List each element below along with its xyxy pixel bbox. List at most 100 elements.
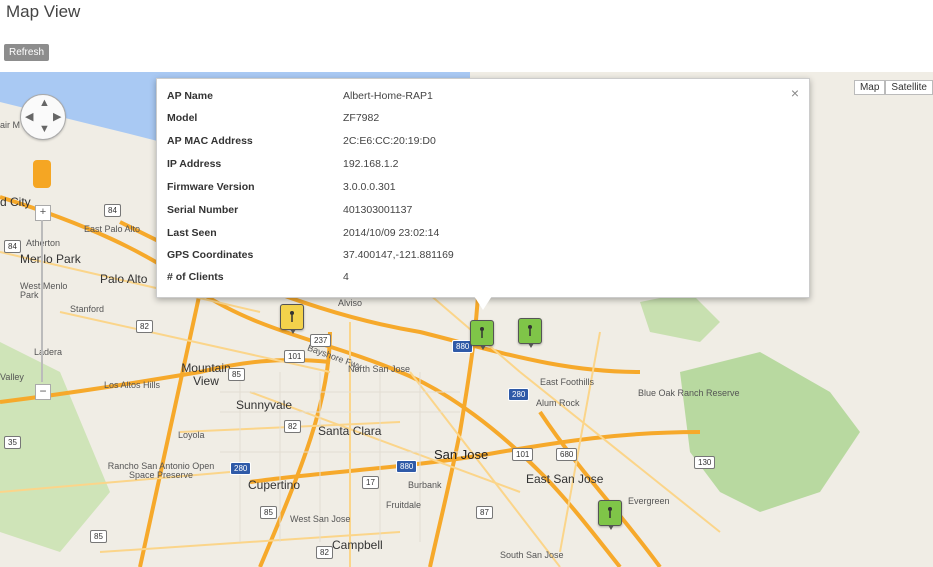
access-point-marker[interactable]	[518, 318, 542, 348]
map-label-air: air M	[0, 120, 20, 130]
info-row-clients: # of Clients 4	[167, 268, 787, 286]
highway-badge: 82	[316, 546, 333, 559]
map-label-rancho: Rancho San Antonio Open Space Preserve	[107, 461, 215, 480]
map-label-west-menlo-park: West Menlo Park	[20, 281, 68, 300]
highway-badge: 880	[396, 460, 418, 473]
access-point-marker[interactable]	[280, 304, 304, 334]
map-label-west-san-jose: West San Jose	[290, 514, 351, 524]
zoom-out-button[interactable]: −	[35, 384, 51, 400]
pan-right-icon[interactable]: ▶	[53, 110, 61, 123]
map-label-san-jose: San Jose	[434, 447, 489, 462]
info-row-ip: IP Address 192.168.1.2	[167, 155, 787, 173]
highway-badge: 280	[230, 462, 252, 475]
pan-up-icon[interactable]: ▲	[39, 97, 50, 109]
park-area-east	[640, 292, 720, 342]
map-label-south-san-jose: South San Jose	[500, 550, 564, 560]
info-value: Albert-Home-RAP1	[343, 90, 433, 102]
close-icon[interactable]: ×	[791, 85, 799, 101]
highway-badge: 17	[362, 476, 379, 489]
highway-badge: 85	[228, 368, 245, 381]
refresh-button[interactable]: Refresh	[4, 44, 50, 61]
page-title: Map View	[6, 2, 81, 21]
map-label-east-foothills: East Foothills	[540, 377, 595, 387]
highway-badge: 101	[512, 448, 534, 461]
info-value: 4	[343, 271, 349, 283]
info-label: IP Address	[167, 158, 222, 170]
map-label-los-altos-hills: Los Altos Hills	[104, 380, 161, 390]
info-row-firmware: Firmware Version 3.0.0.0.301	[167, 178, 787, 196]
map-label-palo-alto: Palo Alto	[100, 272, 148, 286]
access-point-icon	[480, 327, 484, 338]
highway-badge: 84	[104, 204, 121, 217]
map-type-satellite-button[interactable]: Satellite	[885, 80, 933, 95]
ap-info-window: × AP Name Albert-Home-RAP1 Model ZF7982 …	[156, 78, 810, 298]
info-value: 3.0.0.0.301	[343, 181, 396, 193]
zoom-slider-track[interactable]	[41, 220, 43, 382]
info-label: Last Seen	[167, 227, 217, 239]
map-label-sunnyvale: Sunnyvale	[236, 398, 293, 412]
info-value: 2014/10/09 23:02:14	[343, 227, 440, 239]
info-label: Model	[167, 112, 198, 124]
map-label-evergreen: Evergreen	[628, 496, 670, 506]
info-label: # of Clients	[167, 271, 224, 283]
highway-badge: 280	[508, 388, 530, 401]
zoom-in-button[interactable]: +	[35, 205, 51, 221]
map-label-east-palo-alto: East Palo Alto	[84, 224, 141, 234]
map-label-stanford: Stanford	[70, 304, 105, 314]
map-label-menlo-park: Menlo Park	[20, 252, 81, 266]
highway-badge: 85	[260, 506, 277, 519]
highway-badge: 85	[90, 530, 107, 543]
info-row-ap-name: AP Name Albert-Home-RAP1	[167, 87, 787, 105]
map-label-valley: Valley	[0, 372, 24, 382]
highway-badge: 84	[4, 240, 21, 253]
map-label-alviso: Alviso	[338, 298, 363, 308]
map-label-campbell: Campbell	[332, 538, 383, 552]
highway-badge: 82	[284, 420, 301, 433]
info-row-gps: GPS Coordinates 37.400147,-121.881169	[167, 246, 787, 264]
highway-badge: 35	[4, 436, 21, 449]
highway-badge: 82	[136, 320, 153, 333]
map-type-map-button[interactable]: Map	[853, 80, 886, 95]
pan-control-icon[interactable]: ▲ ▼ ◀ ▶	[20, 94, 66, 140]
highway-badge: 680	[556, 448, 578, 461]
map-label-loyola: Loyola	[178, 430, 205, 440]
map-label-alum-rock: Alum Rock	[536, 398, 580, 408]
map-label-mountain-view: Mountain View	[181, 361, 231, 388]
access-point-marker[interactable]	[598, 500, 622, 530]
highway-badge: 101	[284, 350, 306, 363]
map-canvas[interactable]: d City air M Atherton Menlo Park East Pa…	[0, 72, 933, 567]
access-point-icon	[528, 325, 532, 336]
map-label-cupertino: Cupertino	[248, 478, 301, 492]
info-value: 401303001137	[343, 204, 413, 216]
info-row-mac: AP MAC Address 2C:E6:CC:20:19:D0	[167, 132, 787, 150]
map-label-fruitdale: Fruitdale	[386, 500, 422, 510]
info-row-last-seen: Last Seen 2014/10/09 23:02:14	[167, 224, 787, 242]
map-label-ladera: Ladera	[34, 347, 63, 357]
access-point-icon	[608, 507, 612, 518]
info-row-serial: Serial Number 401303001137	[167, 201, 787, 219]
info-value: 2C:E6:CC:20:19:D0	[343, 135, 436, 147]
map-label-east-san-jose: East San Jose	[526, 472, 604, 486]
map-label-atherton: Atherton	[26, 238, 61, 248]
info-value: 37.400147,-121.881169	[343, 249, 454, 261]
info-row-model: Model ZF7982	[167, 109, 787, 127]
highway-badge: 130	[694, 456, 716, 469]
map-label-city: d City	[0, 195, 31, 209]
info-label: GPS Coordinates	[167, 249, 254, 261]
map-type-control: Map Satellite	[853, 80, 933, 95]
highway-badge: 237	[310, 334, 332, 347]
access-point-icon	[290, 311, 294, 322]
pegman-icon[interactable]	[33, 160, 51, 188]
info-label: AP MAC Address	[167, 135, 253, 147]
info-label: AP Name	[167, 90, 213, 102]
info-label: Serial Number	[167, 204, 239, 216]
info-value: ZF7982	[343, 112, 380, 124]
park-area	[680, 352, 860, 512]
info-window-pointer	[474, 296, 492, 310]
map-label-blue-oak: Blue Oak Ranch Reserve	[638, 388, 740, 398]
pan-left-icon[interactable]: ◀	[25, 110, 33, 123]
map-label-burbank: Burbank	[408, 480, 442, 490]
pan-down-icon[interactable]: ▼	[39, 123, 50, 135]
access-point-marker-selected[interactable]	[470, 320, 494, 350]
info-value: 192.168.1.2	[343, 158, 399, 170]
